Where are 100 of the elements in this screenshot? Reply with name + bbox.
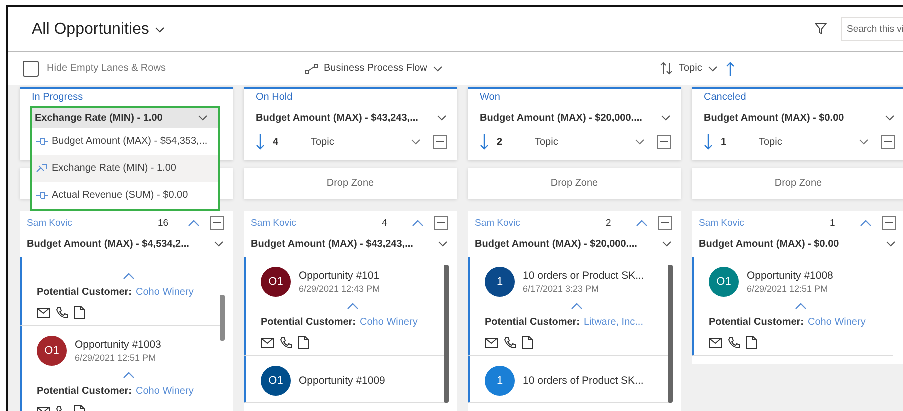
- record-date: 6/17/2021 3:23 PM: [523, 284, 600, 294]
- aggregate-dropdown[interactable]: Budget Amount (MAX) - $0.00: [699, 235, 896, 253]
- field-label: Potential Customer:: [709, 317, 804, 328]
- chevron-down-icon[interactable]: [708, 66, 718, 72]
- chevron-up-icon[interactable]: [188, 220, 200, 226]
- flow-icon: [305, 64, 318, 74]
- chevron-down-icon[interactable]: [885, 115, 895, 121]
- collapse-icon[interactable]: [882, 216, 896, 230]
- record-card[interactable]: O1 Opportunity #1008 6/29/2021 12:51 PM Potential Customer: Coho Winery: [692, 257, 893, 356]
- avatar: O1: [37, 336, 67, 366]
- document-icon[interactable]: [522, 336, 533, 349]
- aggregate-dropdown[interactable]: Budget Amount (MAX) - $0.00: [704, 109, 895, 127]
- chevron-down-icon[interactable]: [662, 241, 672, 247]
- chevron-down-icon[interactable]: [198, 115, 208, 121]
- chevron-up-icon[interactable]: [636, 220, 648, 226]
- arrow-down-icon[interactable]: [704, 134, 713, 150]
- avatar: O1: [261, 267, 291, 297]
- record-date: 6/29/2021 12:51 PM: [75, 353, 158, 363]
- collapse-icon[interactable]: [434, 216, 448, 230]
- filter-icon[interactable]: [815, 23, 827, 35]
- record-title[interactable]: 10 orders of Product SK...: [523, 375, 644, 387]
- record-count: 4: [382, 218, 388, 228]
- sort-field-dropdown[interactable]: Topic: [301, 136, 421, 148]
- search-field[interactable]: Search this vi: [841, 17, 903, 41]
- document-icon[interactable]: [74, 306, 85, 319]
- mail-icon[interactable]: [37, 308, 50, 318]
- chevron-down-icon[interactable]: [661, 115, 671, 121]
- process-flow-dropdown[interactable]: Business Process Flow: [305, 63, 444, 74]
- lane-title: Canceled: [704, 92, 748, 103]
- arrow-down-icon[interactable]: [480, 134, 489, 150]
- document-icon[interactable]: [298, 336, 309, 349]
- phone-icon[interactable]: [504, 336, 516, 348]
- record-count: 1: [830, 218, 836, 228]
- mail-icon[interactable]: [485, 338, 498, 348]
- chevron-up-icon[interactable]: [123, 372, 135, 379]
- checkbox-label: Hide Empty Lanes & Rows: [47, 63, 166, 74]
- scrollbar-thumb[interactable]: [444, 265, 449, 403]
- chevron-up-icon[interactable]: [795, 303, 807, 310]
- sort-field-dropdown[interactable]: Topic: [525, 136, 645, 148]
- field-label: Potential Customer:: [37, 386, 132, 397]
- checkbox[interactable]: [23, 60, 39, 76]
- collapse-icon[interactable]: [658, 216, 672, 230]
- collapse-icon[interactable]: [881, 135, 895, 149]
- chevron-up-icon[interactable]: [347, 303, 359, 310]
- field-label: Potential Customer:: [485, 317, 580, 328]
- record-title[interactable]: Opportunity #1009: [299, 375, 386, 387]
- record-date: 6/29/2021 12:43 PM: [299, 284, 380, 294]
- record-date: 6/29/2021 12:51 PM: [747, 284, 830, 294]
- chevron-down-icon[interactable]: [438, 241, 448, 247]
- aggregate-dropdown[interactable]: Budget Amount (MAX) - $20,000....: [475, 235, 672, 253]
- phone-icon[interactable]: [728, 336, 740, 348]
- document-icon[interactable]: [746, 336, 757, 349]
- drop-zone: Drop Zone: [244, 168, 457, 199]
- lane-title: On Hold: [256, 92, 294, 103]
- record-count: 2: [497, 136, 504, 148]
- chevron-up-icon[interactable]: [412, 220, 424, 226]
- aggregate-dropdown[interactable]: Budget Amount (MAX) - $43,243,...: [251, 235, 448, 253]
- scrollbar-thumb[interactable]: [220, 295, 225, 341]
- chevron-down-icon[interactable]: [433, 66, 444, 72]
- dropdown-option[interactable]: Budget Amount (MAX) - $54,353,...: [32, 128, 218, 155]
- chevron-down-icon[interactable]: [437, 115, 447, 121]
- avatar: 1: [485, 366, 515, 396]
- record-title[interactable]: Opportunity #1008: [747, 270, 834, 282]
- lane-title: Won: [480, 92, 502, 103]
- record-count: 2: [606, 218, 612, 228]
- phone-icon[interactable]: [280, 336, 292, 348]
- sort-field-dropdown[interactable]: Topic: [749, 136, 869, 148]
- chevron-down-icon[interactable]: [886, 241, 896, 247]
- aggregate-dropdown[interactable]: Exchange Rate (MIN) - 1.00: [32, 108, 218, 128]
- arrow-up-icon[interactable]: [726, 62, 736, 76]
- chevron-up-icon[interactable]: [860, 220, 872, 226]
- record-count: 1: [721, 136, 728, 148]
- mail-icon[interactable]: [261, 338, 274, 348]
- record-title[interactable]: Opportunity #1003: [75, 339, 162, 351]
- drop-zone: Drop Zone: [692, 168, 903, 199]
- view-selector[interactable]: All Opportunities: [32, 21, 166, 39]
- chevron-up-icon[interactable]: [123, 273, 135, 280]
- sort-icon: [660, 62, 673, 75]
- dropdown-option[interactable]: Actual Revenue (SUM) - $0.00: [32, 182, 218, 209]
- sort-dropdown[interactable]: Topic: [660, 62, 718, 75]
- chevron-up-icon[interactable]: [571, 303, 583, 310]
- avatar: O1: [261, 366, 291, 396]
- arrow-down-icon[interactable]: [256, 134, 265, 150]
- phone-icon[interactable]: [56, 306, 68, 318]
- chevron-down-icon[interactable]: [214, 241, 224, 247]
- aggregate-dropdown[interactable]: Budget Amount (MAX) - $43,243,...: [256, 109, 447, 127]
- aggregate-dropdown[interactable]: Budget Amount (MAX) - $20,000....: [480, 109, 671, 127]
- aggregate-dropdown[interactable]: Budget Amount (MAX) - $4,534,2...: [27, 235, 224, 253]
- record-title[interactable]: Opportunity #101: [299, 270, 380, 282]
- mail-icon[interactable]: [709, 338, 722, 348]
- collapse-icon[interactable]: [657, 135, 671, 149]
- record-title[interactable]: 10 orders or Product SK...: [523, 270, 644, 282]
- collapse-icon[interactable]: [210, 216, 224, 230]
- record-card[interactable]: O1 Opportunity #1003 6/29/2021 12:51 PM Potential Customer: Coho Winery: [20, 326, 221, 411]
- chevron-down-icon[interactable]: [155, 27, 166, 33]
- avatar: O1: [709, 267, 739, 297]
- record-count: 16: [158, 218, 170, 228]
- dropdown-option[interactable]: Exchange Rate (MIN) - 1.00: [32, 155, 218, 182]
- scrollbar-thumb[interactable]: [668, 265, 673, 403]
- collapse-icon[interactable]: [433, 135, 447, 149]
